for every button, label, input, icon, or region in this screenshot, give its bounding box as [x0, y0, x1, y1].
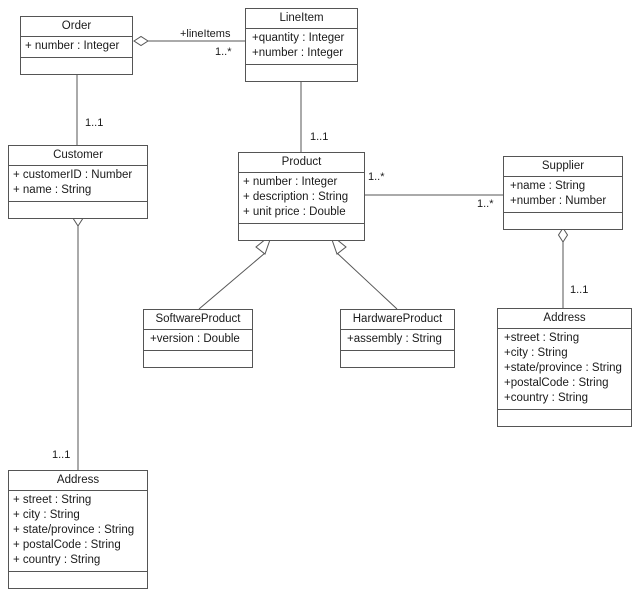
class-operations-softwareproduct — [144, 351, 252, 367]
attribute-row: + country : String — [13, 554, 101, 566]
attribute-row: +country : String — [504, 392, 589, 404]
class-name-address-customer: Address — [9, 471, 147, 491]
class-box-order[interactable]: Order + number : Integer — [20, 16, 133, 75]
attribute-row: + street : String — [13, 494, 92, 506]
class-box-customer[interactable]: Customer + customerID : Number + name : … — [8, 145, 148, 219]
class-name-hardwareproduct: HardwareProduct — [341, 310, 454, 330]
attribute-row: + city : String — [13, 509, 80, 521]
attribute-row: +postalCode : String — [504, 377, 609, 389]
class-attributes-address-customer: + street : String + city : String + stat… — [9, 491, 147, 572]
attribute-row: + unit price : Double — [243, 206, 346, 218]
class-name-product: Product — [239, 153, 364, 173]
edge-label-address-supplier-multiplicity: 1..1 — [570, 284, 589, 296]
class-operations-order — [21, 58, 132, 74]
edge-softwareproduct-product — [198, 232, 274, 310]
edge-label-address-customer-multiplicity: 1..1 — [52, 449, 71, 461]
class-attributes-softwareproduct: +version : Double — [144, 330, 252, 351]
attribute-row: + name : String — [13, 184, 92, 196]
class-attributes-supplier: +name : String +number : Number — [504, 177, 622, 213]
class-box-hardwareproduct[interactable]: HardwareProduct +assembly : String — [340, 309, 455, 368]
class-box-lineitem[interactable]: LineItem +quantity : Integer +number : I… — [245, 8, 358, 82]
attribute-row: +state/province : String — [504, 362, 622, 374]
attribute-row: + number : Integer — [243, 176, 338, 188]
aggregation-diamond-order — [133, 35, 149, 47]
edge-supplier-address — [557, 227, 569, 308]
class-operations-customer — [9, 202, 147, 218]
class-operations-address-supplier — [498, 410, 631, 426]
edge-label-product-multiplicity: 1..1 — [310, 131, 329, 143]
class-attributes-order: + number : Integer — [21, 37, 132, 58]
edge-label-lineitem-multiplicity: 1..* — [215, 46, 232, 58]
attribute-row: + state/province : String — [13, 524, 135, 536]
class-box-product[interactable]: Product + number : Integer + description… — [238, 152, 365, 241]
edge-label-lineitems-role: +lineItems — [180, 28, 231, 40]
class-name-lineitem: LineItem — [246, 9, 357, 29]
attribute-row: +quantity : Integer — [252, 32, 345, 44]
class-box-softwareproduct[interactable]: SoftwareProduct +version : Double — [143, 309, 253, 368]
attribute-row: + description : String — [243, 191, 349, 203]
attribute-row: + number : Integer — [25, 40, 120, 52]
attribute-row: + postalCode : String — [13, 539, 121, 551]
attribute-row: +assembly : String — [347, 333, 442, 345]
class-name-softwareproduct: SoftwareProduct — [144, 310, 252, 330]
class-operations-supplier — [504, 213, 622, 229]
class-operations-hardwareproduct — [341, 351, 454, 367]
class-box-address-customer[interactable]: Address + street : String + city : Strin… — [8, 470, 148, 589]
class-attributes-address-supplier: +street : String +city : String +state/p… — [498, 329, 631, 410]
class-operations-lineitem — [246, 65, 357, 81]
edge-customer-address — [72, 211, 84, 470]
class-name-customer: Customer — [9, 146, 147, 166]
class-attributes-hardwareproduct: +assembly : String — [341, 330, 454, 351]
attribute-row: +street : String — [504, 332, 580, 344]
class-box-supplier[interactable]: Supplier +name : String +number : Number — [503, 156, 623, 230]
aggregation-diamond-supplier — [557, 227, 569, 243]
class-operations-product — [239, 224, 364, 240]
class-attributes-product: + number : Integer + description : Strin… — [239, 173, 364, 224]
class-name-order: Order — [21, 17, 132, 37]
edge-hardwareproduct-product — [328, 232, 398, 310]
class-box-address-supplier[interactable]: Address +street : String +city : String … — [497, 308, 632, 427]
edge-label-supplier-mult-left: 1..* — [368, 171, 385, 183]
attribute-row: +version : Double — [150, 333, 240, 345]
attribute-row: +number : Number — [510, 195, 607, 207]
class-attributes-customer: + customerID : Number + name : String — [9, 166, 147, 202]
edge-line-softwareproduct-product — [198, 252, 266, 310]
class-name-address-supplier: Address — [498, 309, 631, 329]
edge-line-hardwareproduct-product — [336, 252, 398, 310]
class-operations-address-customer — [9, 572, 147, 588]
edge-label-customer-multiplicity: 1..1 — [85, 117, 104, 129]
attribute-row: +city : String — [504, 347, 568, 359]
attribute-row: +number : Integer — [252, 47, 344, 59]
edge-label-supplier-mult-right: 1..* — [477, 198, 494, 210]
class-name-supplier: Supplier — [504, 157, 622, 177]
class-attributes-lineitem: +quantity : Integer +number : Integer — [246, 29, 357, 65]
attribute-row: +name : String — [510, 180, 586, 192]
attribute-row: + customerID : Number — [13, 169, 133, 181]
